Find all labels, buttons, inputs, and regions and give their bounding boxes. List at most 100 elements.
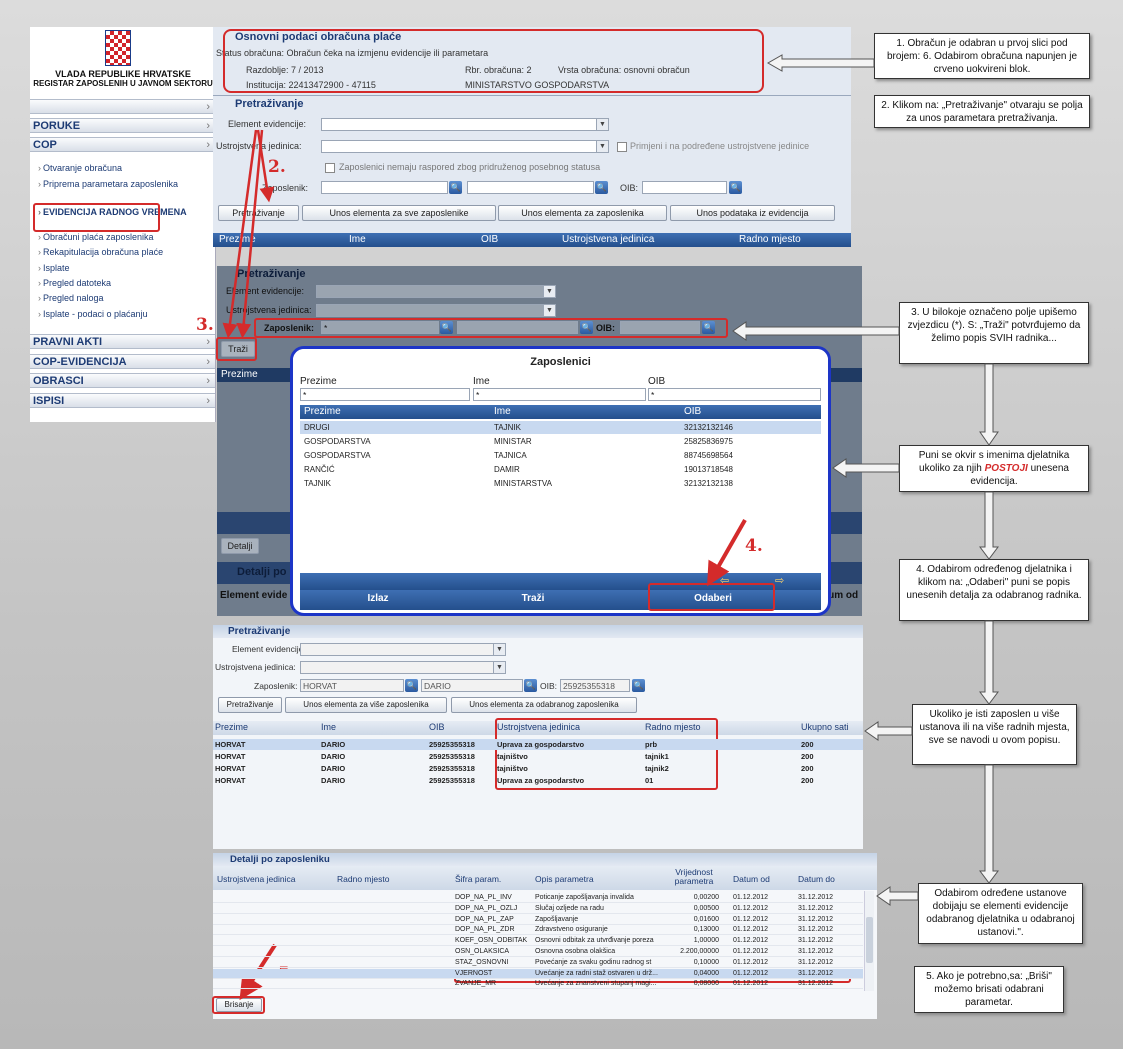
sidebar-item-rekapitulacija[interactable]: › Rekapitulacija obračuna plaće — [38, 247, 208, 258]
callout-arrow-left — [864, 721, 913, 741]
search-icon[interactable]: 🔍 — [595, 181, 608, 194]
element-select[interactable]: ▼ — [321, 118, 609, 131]
menu-cop[interactable]: COP › — [30, 137, 215, 152]
table-row[interactable]: DOP_NA_PL_INV Poticanje zapošljavanja inv… — [213, 893, 863, 903]
detalji-scrollbar[interactable] — [864, 891, 874, 991]
table-row[interactable]: DRUGI TAJNIK 32132132146 — [300, 421, 821, 434]
chevron-down-icon[interactable]: ▼ — [596, 141, 608, 152]
table-row[interactable]: OSN_OLAKSICA Osnovna osobna olakšica 2.200… — [213, 947, 863, 957]
trazi-dialog-button[interactable]: Traži — [498, 593, 568, 604]
sidebar-item-obracuni[interactable]: › Obračuni plaća zaposlenika — [38, 232, 208, 243]
table-row[interactable]: RANČIĆ DAMIR 19013718548 — [300, 463, 821, 476]
unos-evidencija-button[interactable]: Unos podataka iz evidencija — [670, 205, 835, 221]
chevron-down-icon[interactable]: ▼ — [596, 119, 608, 130]
table-row[interactable]: DOP_NA_PL_ZDR Zdravstveno osiguranje 0,130… — [213, 925, 863, 936]
table-cell: OSN_OLAKSICA — [455, 948, 510, 955]
table-row[interactable]: DOP_NA_PL_ZAP Zapošljavanje 0,01600 01.12.2… — [213, 915, 863, 925]
izlaz-button[interactable]: Izlaz — [343, 593, 413, 604]
table-row[interactable]: HORVAT DARIO 25925355318 tajništvo tajnik1 20… — [213, 751, 863, 762]
table-cell: 25925355318 — [429, 752, 475, 761]
menu-ispisi[interactable]: ISPISI › — [30, 393, 215, 408]
table-row[interactable]: DOP_NA_PL_OZLJ Slučaj ozljede na radu 0,00… — [213, 904, 863, 914]
element-select-2[interactable]: ▼ — [316, 285, 556, 298]
table-cell: tajnik2 — [645, 764, 669, 773]
ustroj-select-3[interactable]: ▼ — [300, 661, 506, 674]
element-label-3: Element evidencije: — [232, 644, 306, 654]
nemaju-checkbox[interactable] — [325, 163, 335, 173]
detalji-title: Detalji po zaposleniku — [230, 854, 330, 865]
table-cell: DOP_NA_PL_OZLJ — [455, 904, 518, 912]
search-icon[interactable]: 🔍 — [449, 181, 462, 194]
table-row[interactable]: HORVAT DARIO 25925355318 Uprava za gospodar… — [213, 739, 863, 750]
unos-vise-button[interactable]: Unos elementa za više zaposlenika — [285, 697, 447, 713]
table-row[interactable]: TAJNIK MINISTARSTVA 32132132138 — [300, 477, 821, 490]
chevron-down-icon[interactable]: ▼ — [543, 286, 555, 297]
arrow-right-icon[interactable]: ⇨ — [775, 574, 784, 587]
search-icon[interactable]: 🔍 — [524, 679, 537, 692]
table-row[interactable]: GOSPODARSTVA TAJNICA 88745698564 — [300, 449, 821, 462]
search-icon[interactable]: 🔍 — [729, 181, 742, 194]
table-row[interactable]: HORVAT DARIO 25925355318 Uprava za gospodar… — [213, 775, 863, 786]
table-cell: 200 — [801, 740, 814, 749]
table-row[interactable]: STAZ_OSNOVNI Povećanje za svaku godinu ra… — [213, 958, 863, 968]
table-cell: 31.12.2012 — [798, 904, 834, 912]
table-cell: tajništvo — [497, 764, 528, 773]
chevron-down-icon[interactable]: ▼ — [543, 305, 555, 316]
unos-zaposlenik-button[interactable]: Unos elementa za zaposlenika — [498, 205, 667, 221]
sidebar-item-otvaranje[interactable]: › Otvaranje obračuna — [38, 163, 208, 174]
menu-obrasci[interactable]: OBRASCI › — [30, 373, 215, 388]
filter-prezime-input[interactable]: * — [300, 388, 470, 401]
search-icon[interactable]: 🔍 — [632, 679, 645, 692]
highlight-brisanje — [212, 996, 265, 1014]
table-row[interactable]: HORVAT DARIO 25925355318 tajništvo tajnik2 20… — [213, 763, 863, 774]
primijeni-checkbox[interactable] — [617, 142, 627, 152]
search-icon[interactable]: 🔍 — [405, 679, 418, 692]
menu-cop-evidencija[interactable]: COP-EVIDENCIJA › — [30, 354, 215, 369]
oib-input-3[interactable]: 25925355318 — [560, 679, 630, 692]
table-cell: 200 — [801, 752, 814, 761]
chevron-right-icon: › — [206, 336, 210, 348]
table-cell: 01.12.2012 — [733, 926, 769, 934]
ustroj-select[interactable]: ▼ — [321, 140, 609, 153]
ime-input[interactable] — [467, 181, 594, 194]
sidebar-item-nalozi[interactable]: › Pregled naloga — [38, 293, 208, 304]
ime-input-3[interactable]: DARIO — [421, 679, 523, 692]
oib-input[interactable] — [642, 181, 727, 194]
table-cell: 0,10000 — [693, 958, 719, 966]
unos-odabranog-button[interactable]: Unos elementa za odabranog zaposlenika — [451, 697, 637, 713]
table-cell: Uprava za gospodarstvo — [497, 776, 585, 785]
filter-prezime-label: Prezime — [300, 376, 337, 387]
dialog-table-header: Prezime Ime OIB — [300, 405, 821, 419]
pretrazivanje-button[interactable]: Pretraživanje — [218, 205, 299, 221]
table-cell: 25925355318 — [429, 776, 475, 785]
filter-oib-input[interactable]: * — [648, 388, 821, 401]
filter-ime-input[interactable]: * — [473, 388, 646, 401]
search1-title[interactable]: Pretraživanje — [235, 98, 303, 110]
table-cell: STAZ_OSNOVNI — [455, 958, 509, 966]
chevron-down-icon[interactable]: ▼ — [493, 662, 505, 673]
table-cell: Poticanje zapošljavanja invalida — [535, 894, 634, 901]
table-cell: TAJNICA — [494, 451, 527, 460]
search3-title[interactable]: Pretraživanje — [228, 626, 290, 637]
sidebar-item-isplate[interactable]: › Isplate — [38, 263, 208, 274]
prezime-input[interactable] — [321, 181, 448, 194]
element-select-3[interactable]: ▼ — [300, 643, 506, 656]
menu-empty[interactable]: › — [30, 99, 215, 114]
table-row[interactable]: KOEF_OSN_ODBITAK Osnovni odbitak za utvrđ… — [213, 936, 863, 947]
unos-svi-button[interactable]: Unos elementa za sve zaposlenike — [302, 205, 496, 221]
chevron-down-icon[interactable]: ▼ — [493, 644, 505, 655]
search2-title[interactable]: Pretraživanje — [237, 268, 305, 280]
detalji-po-title: Detalji po — [237, 566, 287, 578]
ustroj-select-2[interactable]: ▼ — [316, 304, 556, 317]
sidebar-item-priprema[interactable]: › Priprema parametara zaposlenika — [38, 179, 208, 190]
detalji-button[interactable]: Detalji — [221, 538, 259, 554]
sidebar-item-placanje[interactable]: › Isplate - podaci o plaćanju — [38, 309, 208, 320]
prezime-input-3[interactable]: HORVAT — [300, 679, 404, 692]
sidebar-item-datoteke[interactable]: › Pregled datoteka — [38, 278, 208, 289]
table-row[interactable]: GOSPODARSTVA MINISTAR 25825836975 — [300, 435, 821, 448]
menu-pravni-akti[interactable]: PRAVNI AKTI › — [30, 334, 215, 349]
pretrazivanje-button-3[interactable]: Pretraživanje — [218, 697, 282, 713]
table-row[interactable]: VJERNOST Uvećanje za radni staž ostvaren … — [213, 968, 863, 979]
table-row[interactable]: ZVANJE_MR Uvećanje za znanstveni stupanj … — [213, 979, 863, 990]
menu-poruke[interactable]: PORUKE › — [30, 118, 215, 133]
